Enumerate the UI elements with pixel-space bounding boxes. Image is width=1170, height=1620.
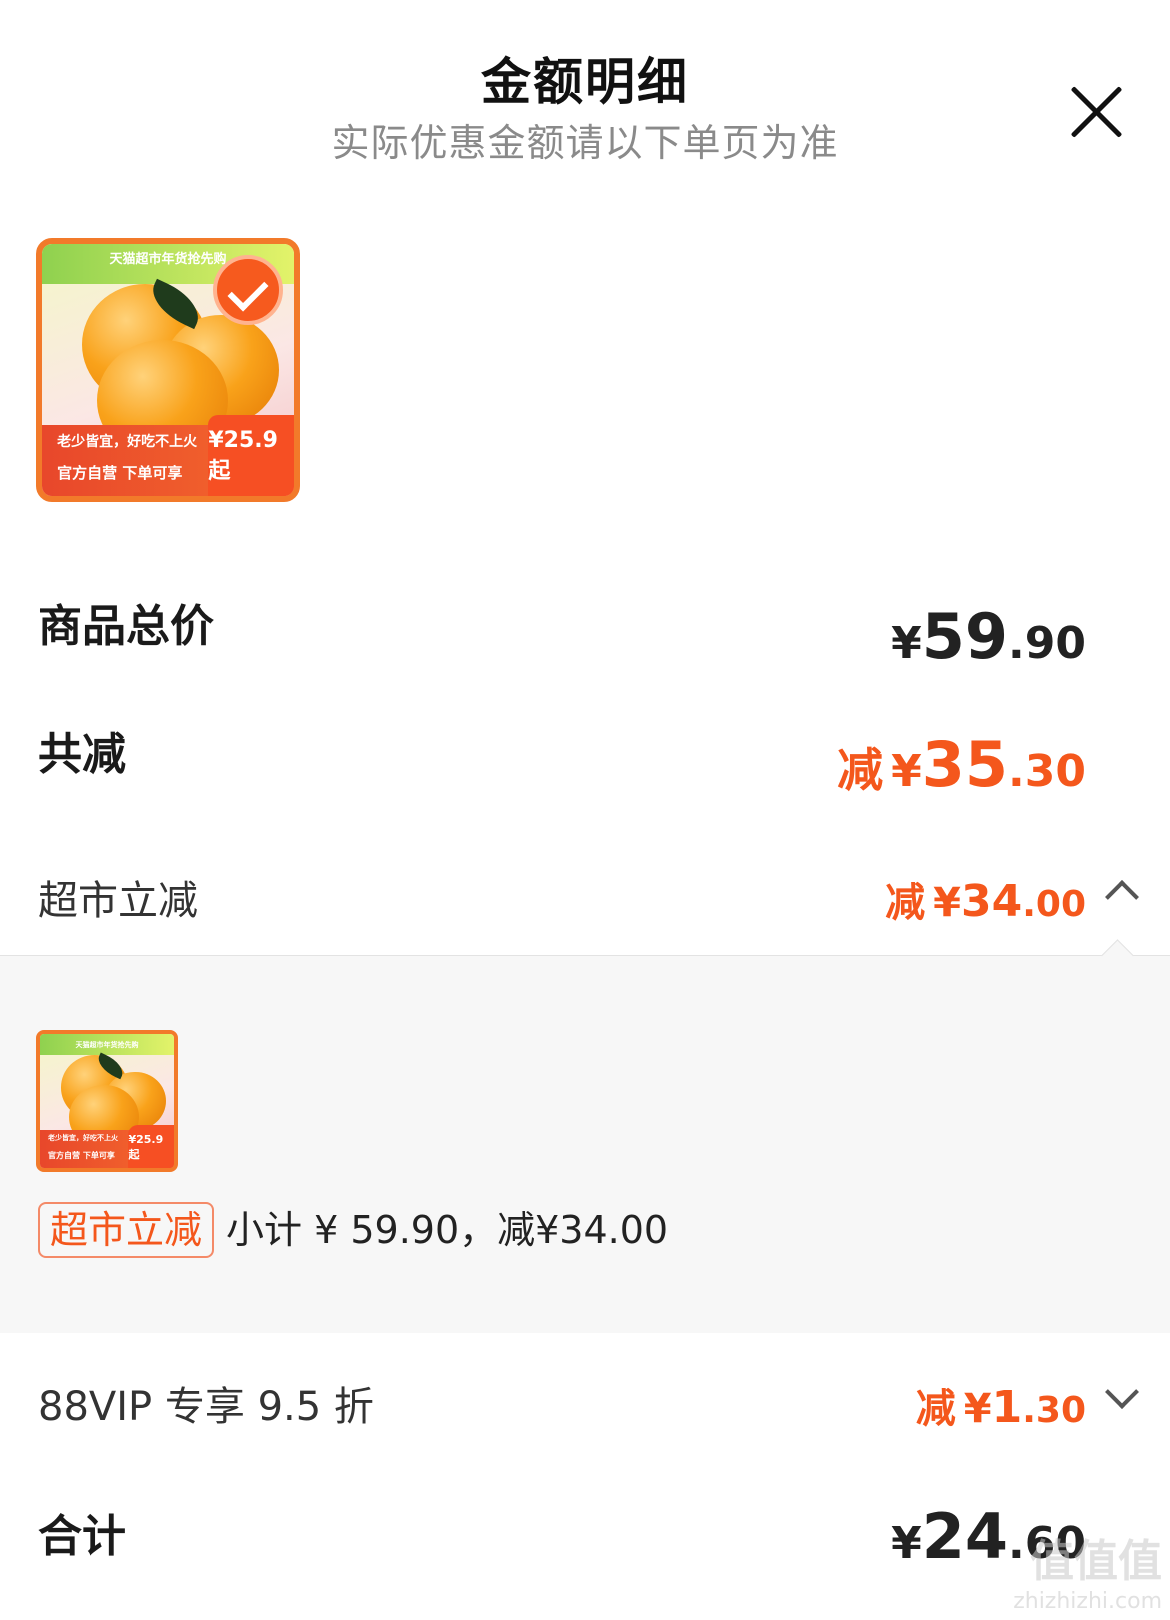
product-thumbnail-small: 天猫超市年货抢先购 老少皆宜，好吃不上火 官方自营 下单可享 ¥25.9起 (36, 1030, 178, 1172)
discount-row-88vip[interactable]: 88VIP 专享 9.5 折 (38, 1374, 374, 1432)
88vip-discount-value[interactable]: 减 ¥1.30 (916, 1376, 1086, 1434)
chevron-down-icon[interactable] (1105, 1375, 1139, 1409)
close-icon[interactable] (1066, 82, 1126, 142)
product-price-tag: ¥25.9起 (208, 415, 294, 496)
discount-row-supermarket[interactable]: 超市立减 (38, 868, 198, 926)
total-price-label: 商品总价 (38, 601, 214, 652)
discount-subtotal-text: 小计 ¥ 59.90，减¥34.00 (226, 1208, 669, 1252)
total-discount-value: 减 ¥35.30 (837, 728, 1086, 801)
page-title: 金额明细 (481, 53, 689, 111)
grand-total-label: 合计 (38, 1511, 126, 1562)
total-discount-label: 共减 (38, 729, 126, 780)
discount-type-badge: 超市立减 (38, 1202, 215, 1258)
chevron-up-icon[interactable] (1105, 880, 1139, 914)
amount-detail-sheet: 金额明细 实际优惠金额请以下单页为准 天猫超市年货抢先购 老少皆宜，好吃不上火 … (0, 0, 1170, 1620)
page-subtitle: 实际优惠金额请以下单页为准 (331, 121, 839, 165)
selected-check-icon[interactable] (213, 255, 283, 325)
supermarket-discount-value[interactable]: 减 ¥34.00 (885, 870, 1086, 928)
site-watermark: 值值值 zhizhizhi.com (1013, 1536, 1162, 1614)
total-price-value: ¥59.90 (891, 600, 1086, 673)
